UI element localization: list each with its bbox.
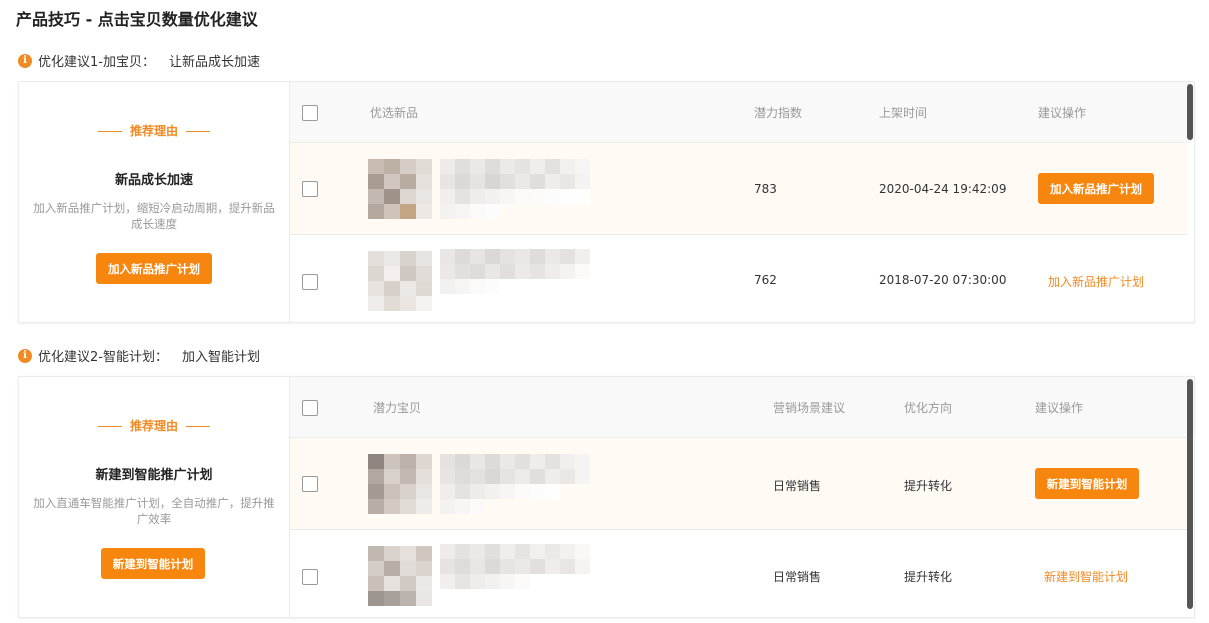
suggestion-1-summary: 让新品成长加速 — [168, 55, 260, 70]
suggestion-2-label: 优化建议2-智能计划： — [38, 350, 168, 365]
create-smart-plan-button[interactable]: 新建到智能计划 — [101, 548, 205, 579]
column-header: 优化方向 — [904, 401, 953, 415]
optimization-direction: 提升转化 — [904, 479, 953, 493]
marketing-scene: 日常销售 — [773, 570, 822, 584]
select-all-checkbox[interactable] — [302, 105, 318, 121]
marketing-scene: 日常销售 — [773, 479, 822, 493]
column-header: 建议操作 — [1038, 106, 1087, 120]
optimization-direction: 提升转化 — [904, 570, 953, 584]
create-smart-plan-link[interactable]: 新建到智能计划 — [1044, 568, 1128, 585]
suggestion-2-header: i 优化建议2-智能计划： 加入智能计划 — [18, 346, 260, 365]
product-thumbnail — [368, 251, 432, 311]
table-row: 762 2018-07-20 07:30:00 加入新品推广计划 — [290, 234, 1188, 323]
row-checkbox[interactable] — [302, 181, 318, 197]
row-checkbox[interactable] — [302, 476, 318, 492]
product-name-blurred — [440, 159, 590, 219]
suggestion-1-card: 推荐理由 新品成长加速 加入新品推广计划，缩短冷启动周期，提升新品成长速度 加入… — [18, 81, 1195, 323]
listed-time: 2018-07-20 07:30:00 — [879, 273, 1007, 287]
add-new-product-plan-button[interactable]: 加入新品推广计划 — [96, 253, 212, 284]
table-header: 优选新品 潜力指数 上架时间 建议操作 — [290, 82, 1194, 142]
potential-score: 783 — [754, 182, 777, 196]
reason-panel: 推荐理由 新建到智能推广计划 加入直通车智能推广计划，全自动推广，提升推广效率 … — [19, 377, 290, 617]
reason-heading: 新建到智能推广计划 — [95, 468, 213, 483]
column-header: 潜力指数 — [754, 106, 803, 120]
product-thumbnail — [368, 159, 432, 219]
listed-time: 2020-04-24 19:42:09 — [879, 182, 1007, 196]
scrollbar[interactable] — [1187, 379, 1193, 609]
page-title: 产品技巧 - 点击宝贝数量优化建议 — [16, 10, 258, 29]
info-icon: i — [18, 53, 32, 68]
suggestion-1-label: 优化建议1-加宝贝： — [38, 55, 155, 70]
add-new-product-plan-button[interactable]: 加入新品推广计划 — [1038, 173, 1154, 204]
product-name-blurred — [440, 544, 590, 604]
row-checkbox[interactable] — [302, 274, 318, 290]
product-thumbnail — [368, 454, 432, 514]
table-row: 783 2020-04-24 19:42:09 加入新品推广计划 — [290, 142, 1188, 235]
reason-heading: 新品成长加速 — [114, 173, 193, 188]
select-all-checkbox[interactable] — [302, 400, 318, 416]
suggestion-2-card: 推荐理由 新建到智能推广计划 加入直通车智能推广计划，全自动推广，提升推广效率 … — [18, 376, 1195, 618]
add-new-product-plan-link[interactable]: 加入新品推广计划 — [1048, 273, 1144, 290]
reason-description: 加入新品推广计划，缩短冷启动周期，提升新品成长速度 — [33, 201, 275, 231]
new-products-table: 优选新品 潜力指数 上架时间 建议操作 783 2020-04-24 19:42… — [290, 82, 1194, 322]
create-smart-plan-button[interactable]: 新建到智能计划 — [1035, 468, 1139, 499]
reason-title: 推荐理由 — [19, 417, 289, 434]
column-header: 潜力宝贝 — [373, 401, 422, 415]
table-row: 日常销售 提升转化 新建到智能计划 — [290, 529, 1188, 618]
column-header: 建议操作 — [1035, 401, 1084, 415]
column-header: 营销场景建议 — [773, 401, 846, 415]
info-icon: i — [18, 348, 32, 363]
reason-title: 推荐理由 — [19, 122, 289, 139]
scrollbar[interactable] — [1187, 84, 1193, 140]
potential-score: 762 — [754, 273, 777, 287]
reason-description: 加入直通车智能推广计划，全自动推广，提升推广效率 — [33, 496, 275, 526]
reason-panel: 推荐理由 新品成长加速 加入新品推广计划，缩短冷启动周期，提升新品成长速度 加入… — [19, 82, 290, 322]
potential-products-table: 潜力宝贝 营销场景建议 优化方向 建议操作 日常销售 提升转化 新建到智能计划 — [290, 377, 1194, 617]
suggestion-1-header: i 优化建议1-加宝贝： 让新品成长加速 — [18, 51, 260, 70]
product-thumbnail — [368, 546, 432, 606]
table-header: 潜力宝贝 营销场景建议 优化方向 建议操作 — [290, 377, 1194, 437]
column-header: 上架时间 — [879, 106, 928, 120]
row-checkbox[interactable] — [302, 569, 318, 585]
suggestion-2-summary: 加入智能计划 — [181, 350, 260, 365]
product-name-blurred — [440, 249, 590, 309]
column-header: 优选新品 — [370, 106, 419, 120]
product-name-blurred — [440, 454, 590, 514]
table-row: 日常销售 提升转化 新建到智能计划 — [290, 437, 1188, 530]
